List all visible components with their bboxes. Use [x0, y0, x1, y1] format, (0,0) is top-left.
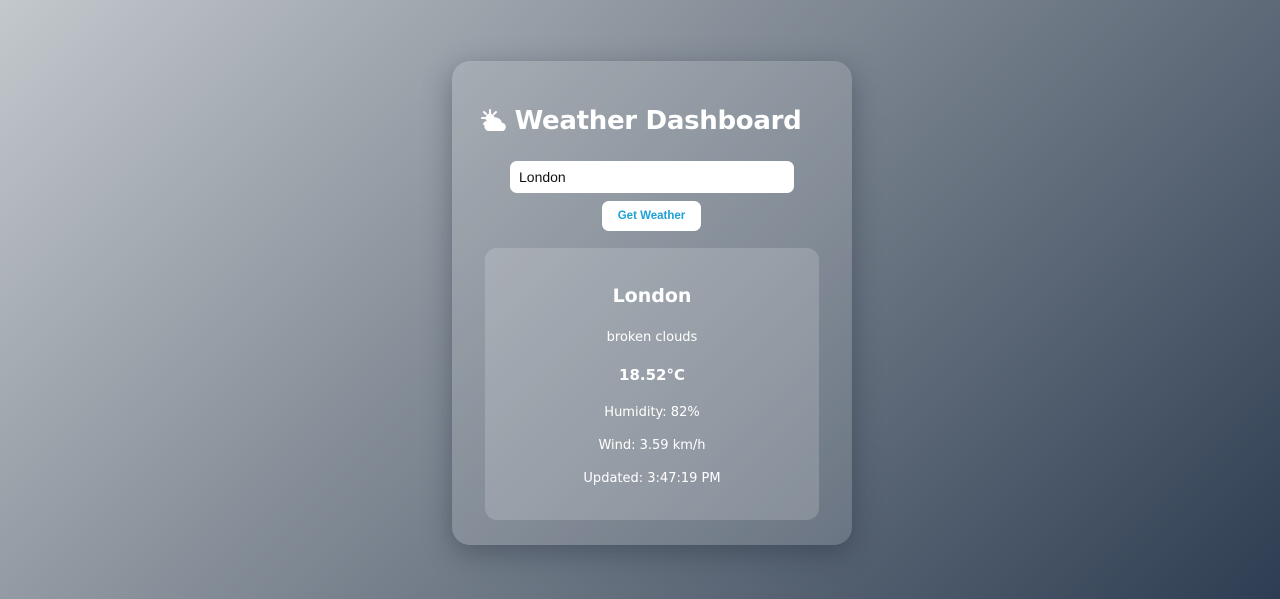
- temperature: 18.52°C: [619, 366, 685, 384]
- weather-description: broken clouds: [606, 330, 698, 345]
- get-weather-button[interactable]: Get Weather: [602, 201, 701, 231]
- humidity: Humidity: 82%: [604, 405, 700, 420]
- page-title: Weather Dashboard: [0, 106, 1280, 136]
- updated-time: Updated: 3:47:19 PM: [583, 471, 721, 486]
- city-name: London: [612, 285, 692, 307]
- sun-behind-cloud-icon: [479, 108, 509, 134]
- title-text: Weather Dashboard: [514, 106, 802, 136]
- wind-speed: Wind: 3.59 km/h: [598, 438, 706, 453]
- city-search-input[interactable]: [510, 161, 794, 193]
